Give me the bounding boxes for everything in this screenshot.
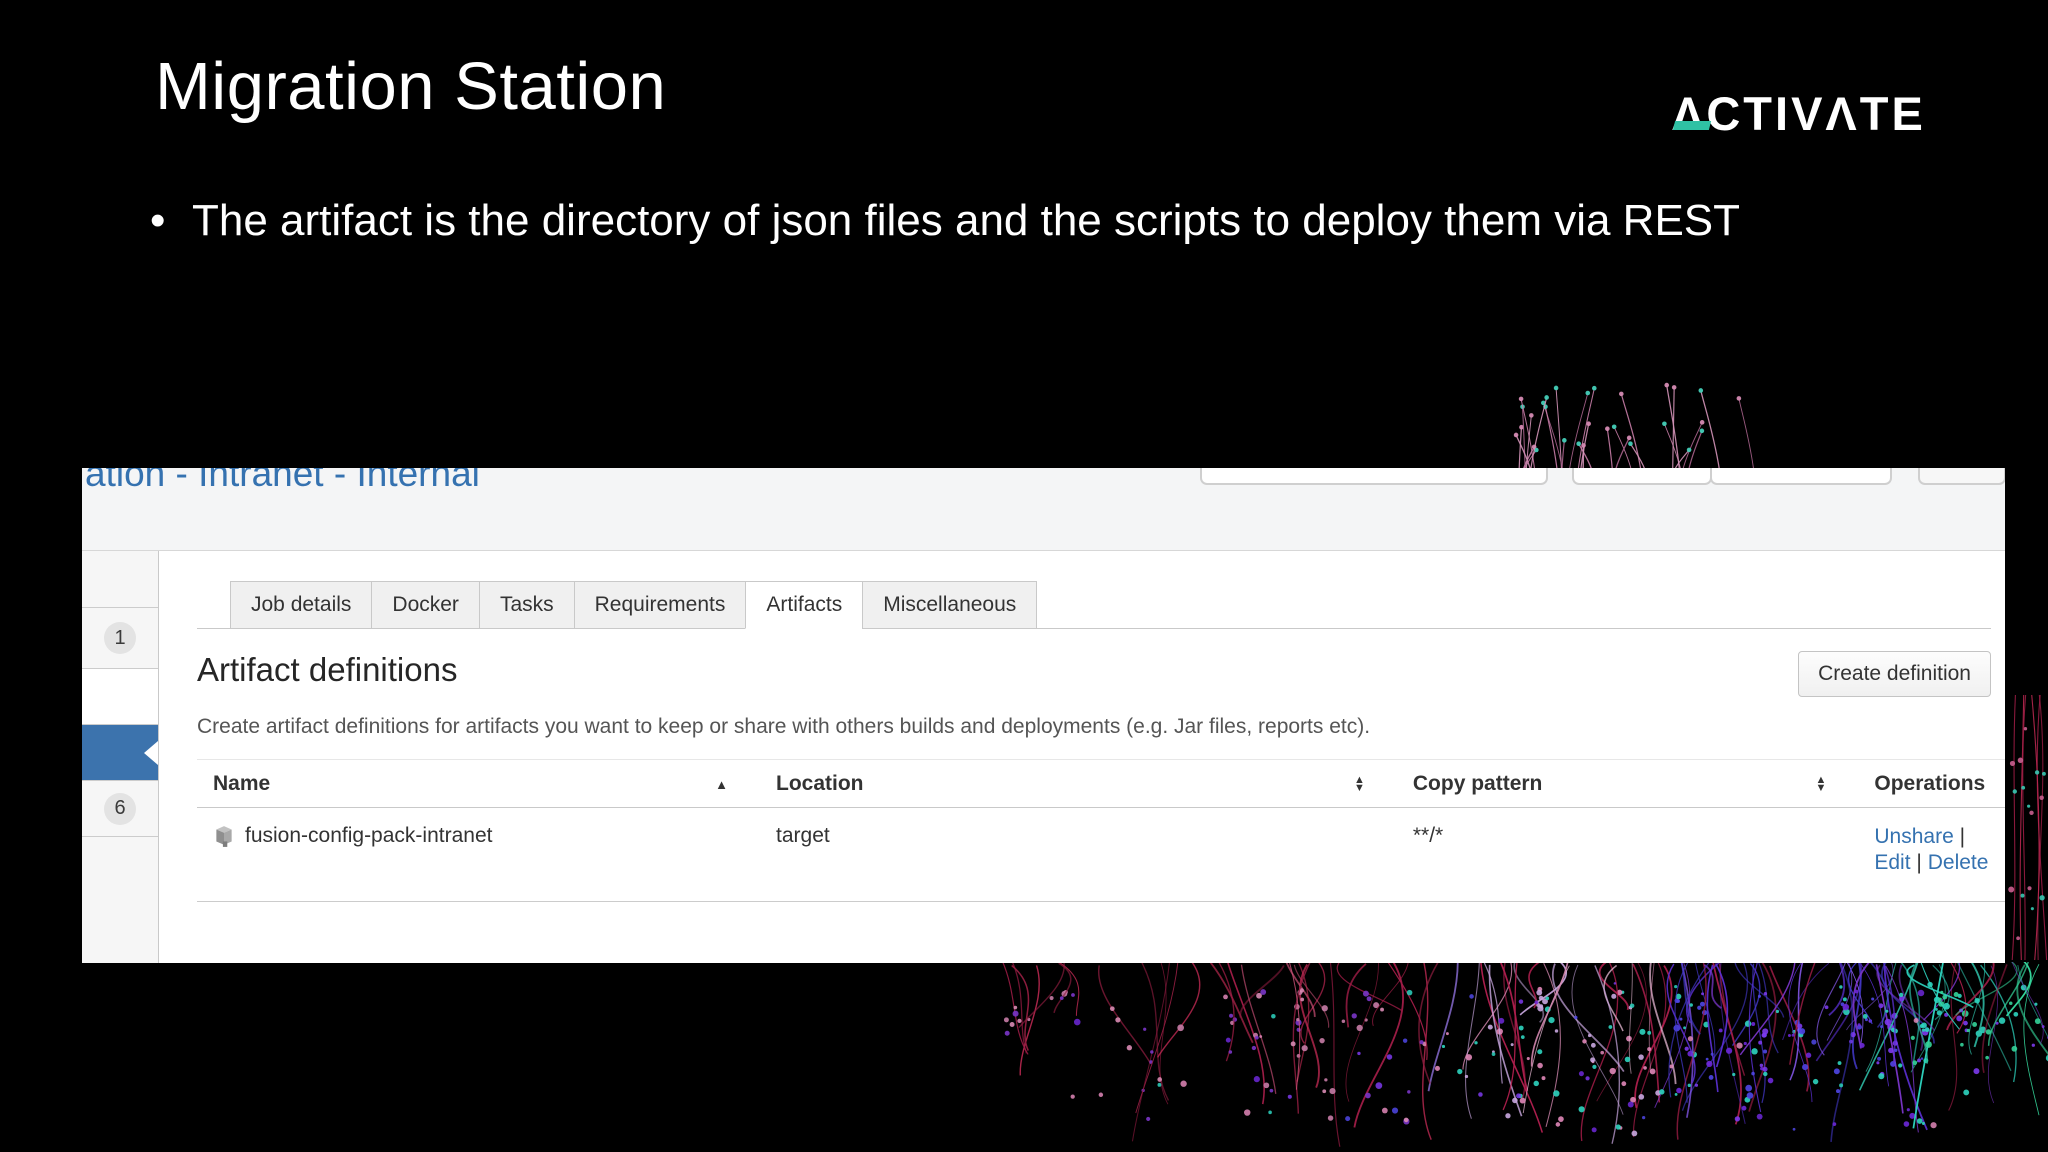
operations-cell: Unshare | Edit | Delete (1858, 807, 2005, 902)
tab-job-details[interactable]: Job details (230, 581, 373, 629)
bullet-text: The artifact is the directory of json fi… (192, 196, 1741, 245)
filter-field-right[interactable] (1710, 468, 1892, 485)
tab-tasks[interactable]: Tasks (478, 581, 575, 629)
tab-artifacts[interactable]: Artifacts (745, 581, 864, 629)
header-button[interactable] (1918, 468, 2005, 485)
stage-badge-6[interactable]: 6 (104, 792, 136, 825)
job-tabs: Job details Docker Tasks Requirements Ar… (197, 581, 1991, 629)
unshare-link[interactable]: Unshare (1874, 825, 1953, 848)
stage-cell-selected[interactable] (82, 725, 158, 781)
stage-cell-blank[interactable] (82, 669, 158, 725)
create-definition-button[interactable]: Create definition (1798, 651, 1991, 697)
plan-title-link[interactable]: ation - Intranet - Internal (85, 468, 480, 495)
page-description: Create artifact definitions for artifact… (197, 715, 1371, 738)
slide-canvas: Migration Station ΛCTIVΛTE • The artifac… (0, 0, 2048, 1152)
sort-both-icon[interactable]: ▲ ▼ (1815, 775, 1826, 794)
table-row: fusion-config-pack-intranet target **/* … (197, 807, 2005, 902)
stage-cell-empty (82, 551, 158, 608)
neural-art-top (1513, 382, 1755, 470)
bamboo-screenshot: ation - Intranet - Internal 1 6 Job deta… (82, 468, 2005, 963)
artifact-name: fusion-config-pack-intranet (245, 824, 493, 847)
stage-sidebar: 1 6 (82, 551, 159, 963)
neural-art-right (2008, 695, 2048, 960)
stage-cell-footer (82, 837, 158, 963)
column-header-location[interactable]: Location ▲ ▼ (760, 759, 1397, 808)
sort-both-icon[interactable]: ▲ ▼ (1354, 775, 1365, 794)
artifact-location: target (760, 807, 1397, 902)
stage-cell-6[interactable]: 6 (82, 781, 158, 837)
artifact-table: Name ▲ Location ▲ ▼ Copy pattern ▲ ▼ Ope… (197, 759, 2005, 902)
tab-requirements[interactable]: Requirements (573, 581, 747, 629)
stage-cell-1[interactable]: 1 (82, 608, 158, 669)
stage-badge-1[interactable]: 1 (104, 622, 136, 654)
bullet-point: • The artifact is the directory of json … (150, 190, 1910, 252)
tab-docker[interactable]: Docker (371, 581, 480, 629)
edit-link[interactable]: Edit (1874, 851, 1910, 874)
column-header-name[interactable]: Name ▲ (197, 759, 761, 808)
bullet-marker: • (150, 196, 166, 245)
page-title: Artifact definitions (197, 651, 458, 688)
column-header-copy-pattern[interactable]: Copy pattern ▲ ▼ (1396, 759, 1859, 808)
artifact-copy-pattern: **/* (1396, 807, 1859, 902)
neural-art-bottom (1002, 962, 2048, 1147)
activate-logo: ΛCTIVΛTE (1672, 87, 1926, 140)
tab-miscellaneous[interactable]: Miscellaneous (862, 581, 1038, 629)
delete-link[interactable]: Delete (1928, 851, 1989, 874)
logo-accent-bar-icon (1672, 121, 1712, 130)
main-content: Job details Docker Tasks Requirements Ar… (159, 551, 2005, 963)
filter-field-left[interactable] (1572, 468, 1712, 485)
sort-asc-icon[interactable]: ▲ (715, 777, 728, 792)
logo-letter-a1: Λ (1672, 87, 1707, 140)
search-input[interactable] (1200, 468, 1548, 485)
logo-letter-a2: Λ (1825, 87, 1860, 140)
column-header-operations: Operations (1858, 759, 2005, 808)
slide-title: Migration Station (155, 49, 667, 124)
artifact-package-icon (216, 826, 232, 847)
